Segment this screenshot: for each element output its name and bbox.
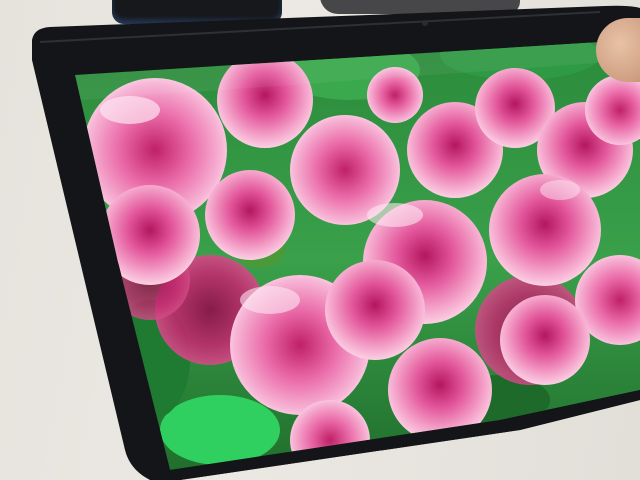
photo-scene <box>0 0 640 480</box>
tablet-bezel <box>32 5 640 480</box>
